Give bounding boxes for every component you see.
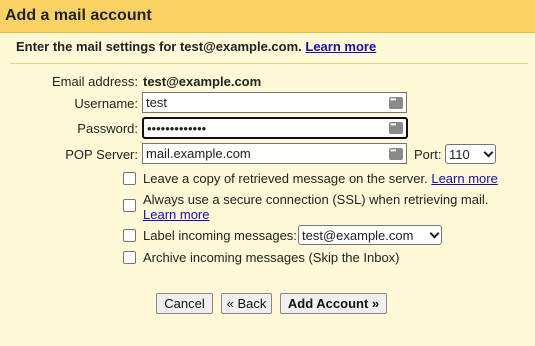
archive-checkbox[interactable]: [123, 251, 136, 264]
divider: [10, 63, 528, 64]
label-select-value: test@example.com: [302, 227, 414, 243]
learn-more-link[interactable]: Learn more: [305, 39, 376, 54]
intro-text: Enter the mail settings for test@example…: [16, 39, 376, 54]
username-field[interactable]: test: [142, 92, 407, 113]
leave-copy-learn-more-link[interactable]: Learn more: [431, 171, 497, 186]
password-manager-icon[interactable]: [389, 146, 403, 160]
port-select[interactable]: 110: [445, 144, 496, 164]
ssl-label: Always use a secure connection (SSL) whe…: [143, 192, 489, 207]
port-value: 110: [449, 146, 470, 162]
email-value: test@example.com: [143, 74, 262, 89]
label-incoming-checkbox[interactable]: [123, 229, 136, 242]
dialog-title: Add a mail account: [5, 7, 152, 24]
email-label: Email address:: [52, 74, 138, 89]
label-incoming-label: Label incoming messages:: [143, 228, 297, 243]
add-account-button[interactable]: Add Account »: [280, 293, 387, 314]
ssl-checkbox[interactable]: [123, 199, 136, 212]
password-field[interactable]: •••••••••••••: [142, 117, 408, 139]
dialog-titlebar: Add a mail account: [0, 0, 535, 33]
username-value: test: [146, 95, 167, 110]
password-label: Password:: [77, 121, 138, 136]
password-value: •••••••••••••: [147, 120, 207, 136]
chevron-down-icon: [429, 228, 440, 238]
leave-copy-label: Leave a copy of retrieved message on the…: [143, 171, 428, 186]
back-button[interactable]: « Back: [221, 293, 272, 314]
archive-label: Archive incoming messages (Skip the Inbo…: [143, 250, 400, 265]
pop-server-field[interactable]: mail.example.com: [142, 143, 407, 164]
ssl-learn-more-link[interactable]: Learn more: [143, 207, 209, 222]
intro-label: Enter the mail settings for test@example…: [16, 39, 302, 54]
username-label: Username:: [74, 96, 138, 111]
label-select[interactable]: test@example.com: [298, 225, 442, 245]
password-manager-icon[interactable]: [389, 120, 403, 134]
password-manager-icon[interactable]: [389, 95, 403, 109]
pop-server-label: POP Server:: [65, 147, 138, 162]
cancel-button[interactable]: Cancel: [156, 293, 213, 314]
chevron-down-icon: [483, 147, 494, 157]
port-label: Port:: [414, 147, 442, 162]
leave-copy-option: Leave a copy of retrieved message on the…: [143, 171, 498, 186]
leave-copy-checkbox[interactable]: [123, 172, 136, 185]
pop-server-value: mail.example.com: [146, 146, 251, 161]
